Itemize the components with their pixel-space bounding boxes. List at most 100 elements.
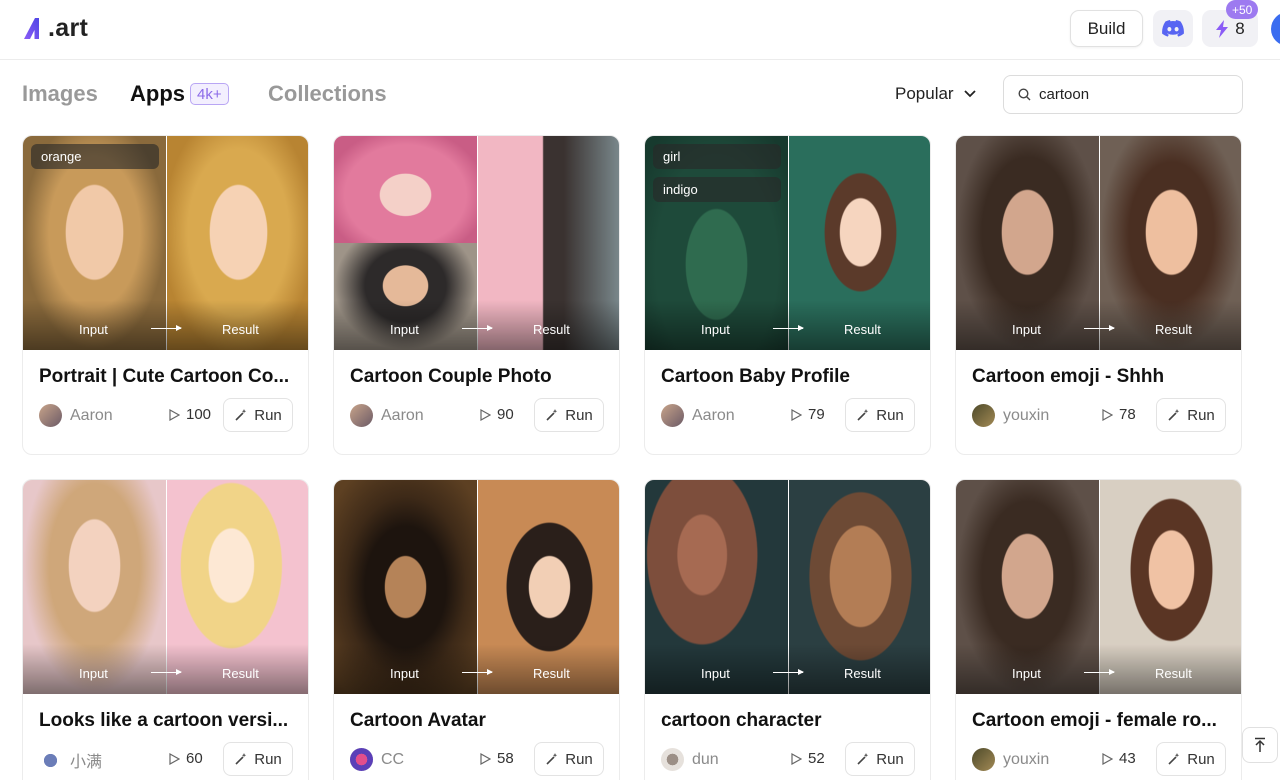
card-author[interactable]: dun — [661, 748, 719, 771]
magic-wand-icon — [235, 409, 247, 421]
tab-apps[interactable]: Apps — [130, 81, 185, 107]
chevron-down-icon — [963, 90, 976, 98]
card-preview-image[interactable]: Input Result — [23, 480, 308, 694]
search-box[interactable] — [1003, 75, 1243, 114]
author-name: Aaron — [692, 406, 735, 424]
subject-tag: girl — [653, 144, 781, 169]
author-avatar — [39, 748, 62, 772]
sort-dropdown[interactable]: Popular — [895, 84, 976, 104]
card-title[interactable]: cartoon character — [661, 710, 919, 732]
run-button[interactable]: Run — [1156, 398, 1226, 432]
sort-selected: Popular — [895, 84, 954, 103]
author-name: Aaron — [381, 406, 424, 424]
input-label: Input — [79, 322, 108, 337]
author-avatar — [39, 404, 62, 427]
run-count: 90 — [480, 406, 514, 423]
card-title[interactable]: Cartoon Baby Profile — [661, 366, 919, 388]
card-title[interactable]: Looks like a cartoon versi... — [39, 710, 297, 732]
arrow-right-icon — [462, 325, 493, 331]
card-preview-image[interactable]: Input Result — [645, 480, 930, 694]
input-label: Input — [1012, 322, 1041, 337]
input-label: Input — [390, 322, 419, 337]
card-preview-image[interactable]: Input Result — [956, 480, 1241, 694]
author-name: youxin — [1003, 406, 1050, 424]
app-card[interactable]: Input Result Cartoon Couple Photo Aaron … — [333, 135, 620, 455]
card-preview-image[interactable]: Input Result — [334, 480, 619, 694]
app-card[interactable]: Input Result cartoon character dun 52 Ru… — [644, 479, 931, 780]
logo-text: .art — [48, 13, 89, 42]
card-preview-image[interactable]: orange Input Result — [23, 136, 308, 350]
card-preview-image[interactable]: Input Result — [956, 136, 1241, 350]
play-icon — [169, 752, 180, 765]
user-avatar[interactable] — [1271, 12, 1280, 46]
run-count: 100 — [169, 406, 211, 423]
color-tag: orange — [31, 144, 159, 169]
app-card[interactable]: Input Result Cartoon emoji - female ro..… — [955, 479, 1242, 780]
run-count: 60 — [169, 750, 203, 767]
magic-wand-icon — [546, 753, 558, 765]
run-button[interactable]: Run — [223, 742, 293, 776]
result-label: Result — [1155, 666, 1192, 681]
author-name: youxin — [1003, 750, 1050, 768]
author-name: 小满 — [70, 754, 103, 771]
card-title[interactable]: Cartoon emoji - female ro... — [972, 710, 1230, 732]
site-logo[interactable]: .art — [22, 12, 88, 44]
scroll-to-top-button[interactable] — [1242, 727, 1278, 763]
card-author[interactable]: Aaron — [39, 404, 113, 427]
search-input[interactable] — [1039, 86, 1219, 103]
app-card[interactable]: Input Result Looks like a cartoon versi.… — [22, 479, 309, 780]
author-name: CC — [381, 750, 405, 768]
input-image-top — [334, 136, 477, 243]
run-button[interactable]: Run — [223, 398, 293, 432]
card-author[interactable]: 小满 — [39, 748, 102, 772]
lightning-icon — [1216, 19, 1229, 38]
arrow-right-icon — [151, 669, 182, 675]
magic-wand-icon — [546, 409, 558, 421]
result-label: Result — [222, 666, 259, 681]
author-avatar — [350, 748, 373, 771]
card-preview-image[interactable]: Input Result — [334, 136, 619, 350]
card-author[interactable]: Aaron — [350, 404, 424, 427]
color-tag: indigo — [653, 177, 781, 202]
run-button[interactable]: Run — [534, 398, 604, 432]
run-button[interactable]: Run — [845, 398, 915, 432]
result-label: Result — [1155, 322, 1192, 337]
card-title[interactable]: Portrait | Cute Cartoon Co... — [39, 366, 297, 388]
discord-icon — [1162, 20, 1184, 37]
run-button[interactable]: Run — [845, 742, 915, 776]
author-avatar — [350, 404, 373, 427]
author-name: Aaron — [70, 406, 113, 424]
input-label: Input — [1012, 666, 1041, 681]
card-author[interactable]: youxin — [972, 404, 1049, 427]
card-title[interactable]: Cartoon Avatar — [350, 710, 608, 732]
arrow-right-icon — [773, 669, 804, 675]
arrow-right-icon — [1084, 325, 1115, 331]
app-card[interactable]: Input Result Cartoon emoji - Shhh youxin… — [955, 135, 1242, 455]
card-author[interactable]: youxin — [972, 748, 1049, 771]
credits-bonus-badge: +50 — [1226, 0, 1259, 19]
card-author[interactable]: CC — [350, 748, 404, 771]
card-title[interactable]: Cartoon emoji - Shhh — [972, 366, 1230, 388]
input-label: Input — [701, 666, 730, 681]
logo-icon — [24, 18, 39, 39]
arrow-right-icon — [462, 669, 493, 675]
app-card[interactable]: girl indigo Input Result Cartoon Baby Pr… — [644, 135, 931, 455]
card-title[interactable]: Cartoon Couple Photo — [350, 366, 608, 388]
result-label: Result — [533, 666, 570, 681]
author-name: dun — [692, 750, 719, 768]
discord-button[interactable] — [1153, 10, 1193, 47]
app-card[interactable]: Input Result Cartoon Avatar CC 58 Run — [333, 479, 620, 780]
input-label: Input — [79, 666, 108, 681]
run-button[interactable]: Run — [534, 742, 604, 776]
result-label: Result — [533, 322, 570, 337]
build-button[interactable]: Build — [1070, 10, 1143, 47]
magic-wand-icon — [857, 409, 869, 421]
card-author[interactable]: Aaron — [661, 404, 735, 427]
tab-collections[interactable]: Collections — [268, 81, 387, 107]
run-button[interactable]: Run — [1156, 742, 1226, 776]
app-card[interactable]: orange Input Result Portrait | Cute Cart… — [22, 135, 309, 455]
author-avatar — [972, 404, 995, 427]
tab-images[interactable]: Images — [22, 81, 98, 107]
card-preview-image[interactable]: girl indigo Input Result — [645, 136, 930, 350]
play-icon — [480, 752, 491, 765]
